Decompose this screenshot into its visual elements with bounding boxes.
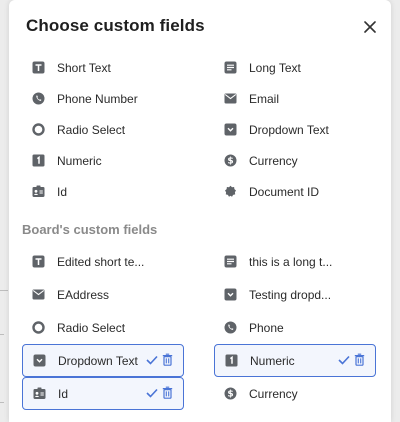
- field-type-option[interactable]: Dropdown Text: [214, 114, 376, 145]
- long-text-icon: [224, 61, 237, 74]
- board-field-item[interactable]: Testing dropd...: [214, 278, 376, 311]
- field-label: Numeric: [57, 153, 102, 168]
- field-type-option[interactable]: Document ID: [214, 176, 376, 207]
- board-custom-fields-heading: Board's custom fields: [22, 222, 158, 237]
- trash-icon[interactable]: [354, 353, 365, 369]
- numeric-icon: [225, 354, 238, 367]
- field-type-option[interactable]: Radio Select: [22, 114, 184, 145]
- field-label: Phone: [249, 320, 284, 335]
- long-text-icon: [224, 255, 237, 268]
- field-type-option[interactable]: Numeric: [22, 145, 184, 176]
- trash-icon[interactable]: [162, 386, 173, 402]
- background-divider: [0, 402, 4, 403]
- field-label: Currency: [249, 386, 298, 401]
- field-label: this is a long t...: [249, 254, 333, 269]
- email-icon: [32, 288, 45, 301]
- field-label: Document ID: [249, 184, 320, 199]
- board-field-item[interactable]: Phone: [214, 311, 376, 344]
- field-label: Id: [58, 386, 69, 401]
- board-field-item[interactable]: EAddress: [22, 278, 184, 311]
- field-label: Email: [249, 91, 280, 106]
- board-field-item[interactable]: Edited short te...: [22, 245, 184, 278]
- field-label: Id: [57, 184, 68, 199]
- field-type-option[interactable]: Long Text: [214, 52, 376, 83]
- short-text-icon: [32, 61, 45, 74]
- field-label: Currency: [249, 153, 298, 168]
- svg-text:$: $: [227, 157, 233, 167]
- close-icon[interactable]: [359, 16, 381, 38]
- field-label: Testing dropd...: [249, 287, 332, 302]
- email-icon: [224, 92, 237, 105]
- board-field-item[interactable]: Id: [22, 377, 184, 410]
- phone-icon: [224, 321, 237, 334]
- board-field-item[interactable]: $ Currency: [214, 377, 376, 410]
- field-label: EAddress: [57, 287, 110, 302]
- field-label: Dropdown Text: [249, 122, 329, 137]
- board-field-item[interactable]: Numeric: [214, 344, 376, 377]
- board-custom-field-list: Edited short te... this is a long t... EAd…: [22, 245, 378, 410]
- field-type-option[interactable]: Phone Number: [22, 83, 184, 114]
- radio-icon: [32, 321, 45, 334]
- choose-custom-fields-dialog: Choose custom fields Short Text Long Text…: [9, 0, 391, 422]
- field-label: Edited short te...: [57, 254, 145, 269]
- svg-text:$: $: [227, 390, 233, 400]
- currency-icon: $: [224, 387, 237, 400]
- dropdown-icon: [224, 288, 237, 301]
- check-icon[interactable]: [338, 354, 350, 368]
- field-type-option[interactable]: Id: [22, 176, 184, 207]
- numeric-icon: [32, 154, 45, 167]
- id-card-icon: [32, 185, 45, 198]
- field-actions: [146, 386, 173, 402]
- radio-icon: [32, 123, 45, 136]
- document-id-icon: [224, 185, 237, 198]
- field-label: Numeric: [250, 353, 295, 368]
- id-card-icon: [33, 387, 46, 400]
- field-type-option[interactable]: Short Text: [22, 52, 184, 83]
- field-type-list: Short Text Long Text Phone Number Email Radi…: [22, 52, 378, 207]
- phone-icon: [32, 92, 45, 105]
- check-icon[interactable]: [146, 354, 158, 368]
- board-field-item[interactable]: this is a long t...: [214, 245, 376, 278]
- dialog-title: Choose custom fields: [26, 16, 205, 35]
- field-label: Dropdown Text: [58, 353, 138, 368]
- background-divider: [0, 334, 4, 335]
- field-actions: [146, 353, 173, 369]
- field-label: Radio Select: [57, 122, 126, 137]
- short-text-icon: [32, 255, 45, 268]
- field-type-option[interactable]: $ Currency: [214, 145, 376, 176]
- trash-icon[interactable]: [162, 353, 173, 369]
- check-icon[interactable]: [146, 387, 158, 401]
- field-label: Phone Number: [57, 91, 138, 106]
- field-label: Short Text: [57, 60, 111, 75]
- dropdown-icon: [224, 123, 237, 136]
- background-divider: [0, 290, 8, 291]
- field-label: Long Text: [249, 60, 301, 75]
- dropdown-icon: [33, 354, 46, 367]
- board-field-item[interactable]: Radio Select: [22, 311, 184, 344]
- board-field-item[interactable]: Dropdown Text: [22, 344, 184, 377]
- field-type-option[interactable]: Email: [214, 83, 376, 114]
- field-actions: [338, 353, 365, 369]
- currency-icon: $: [224, 154, 237, 167]
- field-label: Radio Select: [57, 320, 126, 335]
